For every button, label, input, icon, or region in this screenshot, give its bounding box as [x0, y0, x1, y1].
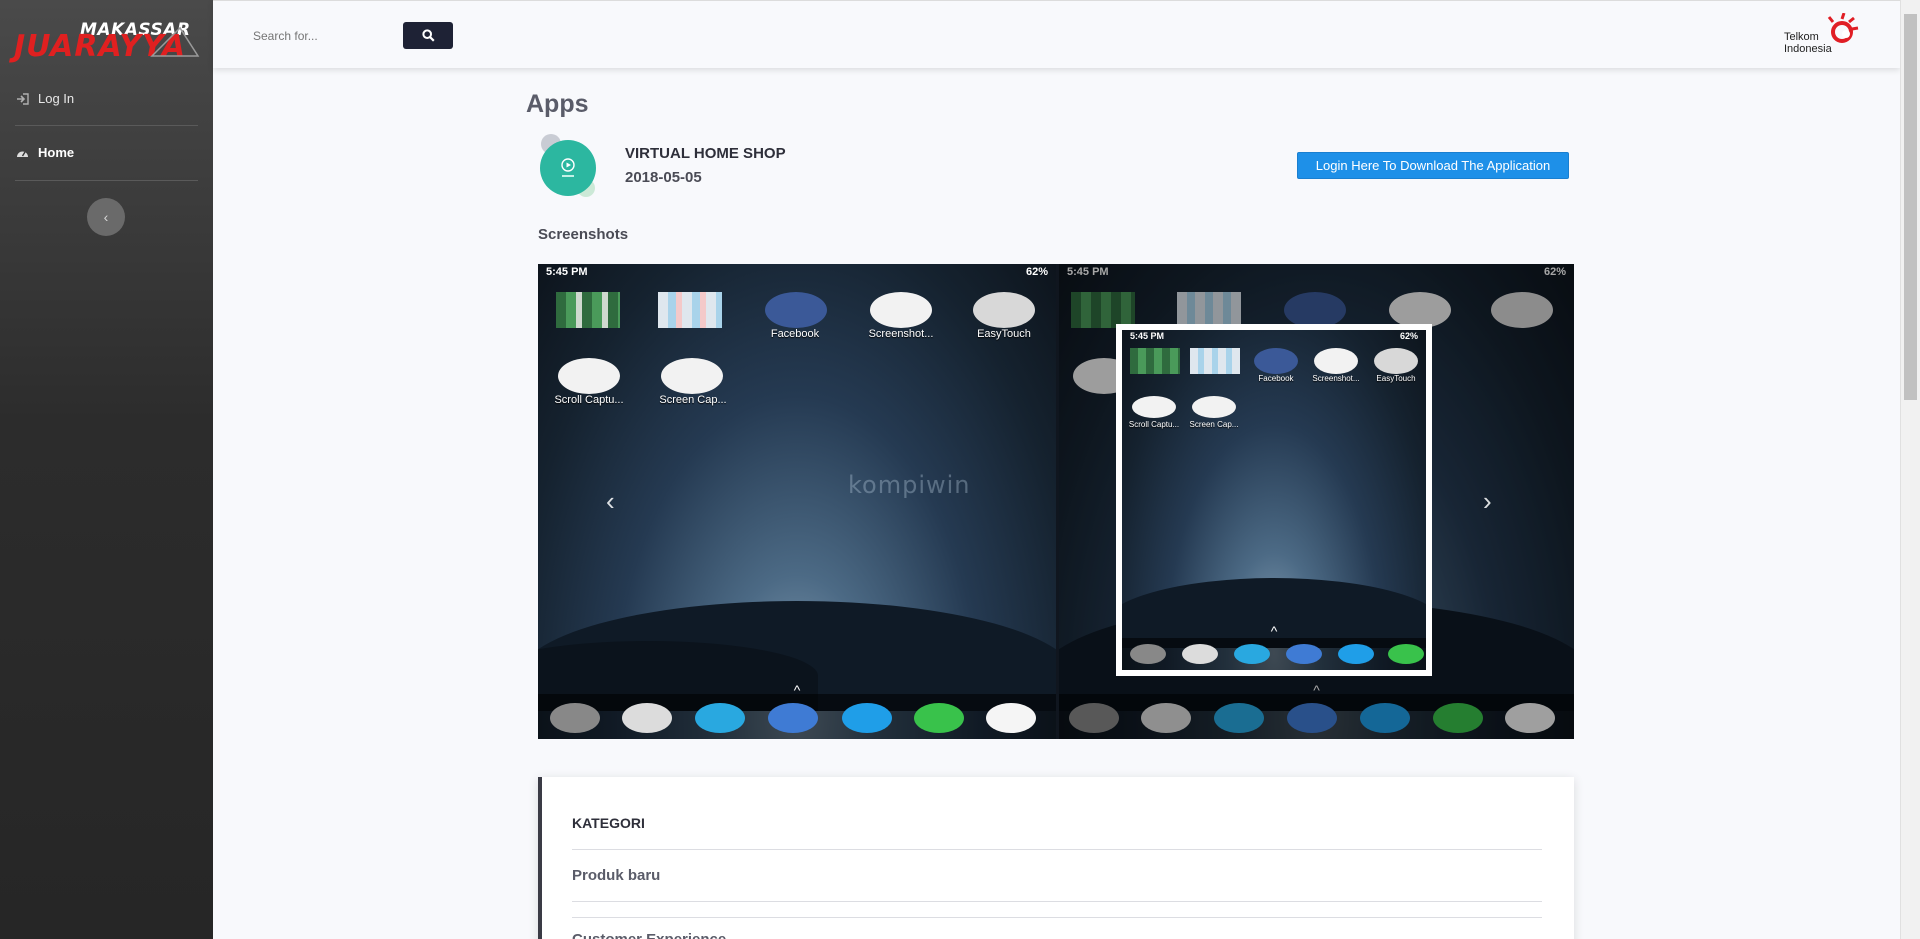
messages-icon	[695, 703, 745, 733]
telkom-indonesia-logo: Telkom Indonesia	[1782, 13, 1862, 59]
easytouch-icon	[973, 292, 1035, 328]
screenshot-image: 5:45 PM 62% Facebook Screenshot... EasyT…	[538, 264, 1056, 739]
screenshot-image: 5:45 PM 62% ^ 5:45 PM 62% Facebook Scree…	[1059, 264, 1574, 739]
telkom-logo-text: Telkom Indonesia	[1784, 31, 1832, 55]
kategori-title: KATEGORI	[572, 815, 645, 831]
sidebar-divider	[15, 125, 198, 126]
phone-icon	[1338, 644, 1374, 664]
line-icon	[1388, 644, 1424, 664]
chevron-up-icon: ^	[1270, 623, 1278, 639]
chrome-icon	[622, 703, 672, 733]
dock-app-icon	[1130, 644, 1166, 664]
scrollbar-thumb[interactable]	[1904, 14, 1917, 400]
messages-icon	[1234, 644, 1270, 664]
carousel-prev-button[interactable]: ‹	[606, 486, 615, 517]
login-download-button[interactable]: Login Here To Download The Application	[1297, 152, 1569, 179]
sidebar-item-home[interactable]: Home	[15, 145, 74, 160]
screenshot-icon	[1314, 348, 1358, 374]
contacts-icon	[1286, 644, 1322, 664]
facebook-icon	[765, 292, 827, 328]
phone-dock	[538, 694, 1056, 739]
blurred-app-icon	[1130, 348, 1180, 374]
sidebar: MAKASSAR JUARAYYA Log In Home ‹	[0, 0, 213, 939]
blurred-app-icon	[1190, 348, 1240, 374]
easytouch-icon	[1374, 348, 1418, 374]
check-app-icon	[986, 703, 1036, 733]
kategori-item[interactable]: Produk baru	[572, 867, 660, 884]
search-button[interactable]	[403, 22, 453, 49]
app-logo	[540, 134, 596, 197]
chrome-icon	[1182, 644, 1218, 664]
app-label: EasyTouch	[1376, 374, 1416, 383]
kategori-card: KATEGORI Produk baru Customer Experience	[538, 777, 1574, 939]
kategori-item[interactable]: Customer Experience	[572, 931, 726, 939]
app-date: 2018-05-05	[625, 169, 702, 186]
phone-icon	[842, 703, 892, 733]
chevron-left-icon: ‹	[606, 486, 615, 516]
topbar: Telkom Indonesia	[213, 0, 1900, 68]
phone-status-bar: 5:45 PM 62%	[546, 266, 1048, 278]
page-scrollbar[interactable]	[1900, 0, 1920, 939]
sidebar-item-label: Home	[38, 145, 75, 160]
search-icon	[421, 29, 435, 42]
screen-capture-icon	[661, 358, 723, 394]
app-label: Screen Cap...	[659, 394, 727, 406]
screenshot-icon	[870, 292, 932, 328]
phone-dock	[1122, 638, 1426, 670]
facebook-icon	[1254, 348, 1298, 374]
watermark-text: kompiwin	[848, 471, 971, 499]
nested-screenshot: 5:45 PM 62% Facebook Screenshot... EasyT…	[1116, 324, 1432, 676]
phone-status-bar: 5:45 PM 62%	[1130, 331, 1418, 341]
brand-triangle-icon	[150, 26, 200, 57]
page-title: Apps	[526, 90, 589, 118]
sidebar-item-label: Log In	[38, 91, 75, 106]
app-label: Scroll Captu...	[554, 394, 624, 406]
blurred-app-icon	[658, 292, 722, 328]
contacts-icon	[768, 703, 818, 733]
sidebar-item-login[interactable]: Log In	[15, 91, 74, 106]
app-label: Facebook	[770, 328, 820, 340]
sidebar-divider	[15, 180, 198, 181]
screen-capture-icon	[1192, 396, 1236, 418]
screenshot-carousel[interactable]: 5:45 PM 62% Facebook Screenshot... EasyT…	[538, 264, 1574, 739]
sidebar-toggle-button[interactable]: ‹	[87, 198, 125, 236]
app-label: Screenshot...	[868, 328, 934, 340]
scroll-capture-icon	[558, 358, 620, 394]
chevron-left-icon: ‹	[103, 209, 109, 225]
dashboard-icon	[15, 146, 29, 160]
blurred-app-icon	[556, 292, 620, 328]
brand-logo[interactable]: MAKASSAR JUARAYYA	[12, 18, 202, 62]
search-input[interactable]	[241, 22, 399, 49]
app-label: Screen Cap...	[1189, 420, 1239, 429]
chevron-right-icon: ›	[1483, 486, 1492, 516]
sign-in-icon	[15, 92, 29, 106]
carousel-next-button[interactable]: ›	[1483, 486, 1492, 517]
card-divider	[572, 917, 1542, 918]
line-icon	[914, 703, 964, 733]
card-divider	[572, 849, 1542, 850]
card-divider	[572, 901, 1542, 902]
screenshots-heading: Screenshots	[538, 226, 629, 243]
app-label: EasyTouch	[977, 328, 1031, 340]
dock-app-icon	[550, 703, 600, 733]
scroll-capture-icon	[1132, 396, 1176, 418]
app-name: VIRTUAL HOME SHOP	[625, 145, 786, 162]
